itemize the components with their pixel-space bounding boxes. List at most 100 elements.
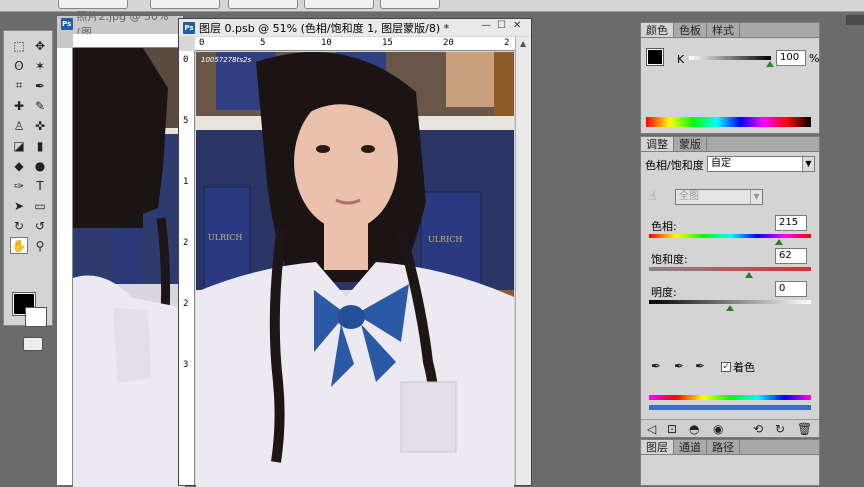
eyedropper-minus-icon[interactable]: ✒ xyxy=(695,359,705,373)
vertical-scrollbar[interactable]: ▲ xyxy=(515,37,531,485)
tab-adjustments[interactable]: 调整 xyxy=(641,137,674,151)
blur-tool-icon[interactable]: ◆ xyxy=(10,157,28,174)
dodge-tool-icon[interactable]: ● xyxy=(31,157,49,174)
photo-image xyxy=(73,48,185,487)
tab-channels[interactable]: 通道 xyxy=(674,440,707,454)
tab-masks[interactable]: 蒙版 xyxy=(674,137,707,151)
tool-grid: ⬚ ✥ ʘ ✶ ⌗ ✒ ✚ ✎ ♙ ✜ ◪ ▮ ◆ ● ✑ T ➤ ▭ ↻ ↺ ✋ ⚲ xyxy=(4,31,52,254)
tab-paths[interactable]: 路径 xyxy=(707,440,740,454)
minimize-icon[interactable]: — xyxy=(481,20,491,31)
color-spectrum-bar[interactable] xyxy=(646,117,811,127)
previous-state-icon[interactable]: ⟲ xyxy=(753,422,763,436)
lasso-tool-icon[interactable]: ʘ xyxy=(10,57,28,74)
eyedropper-tool-icon[interactable]: ✒ xyxy=(31,77,49,94)
clone-stamp-tool-icon[interactable]: ♙ xyxy=(10,117,28,134)
eyedropper-plus-icon[interactable]: ✒ xyxy=(674,359,684,373)
document-tab[interactable]: Ps 照片2.jpg @ 50% (图 xyxy=(57,10,183,39)
color-foreground-swatch[interactable] xyxy=(646,48,664,66)
move-tool-icon[interactable]: ✥ xyxy=(31,37,49,54)
dock-collapse-button[interactable] xyxy=(846,15,864,25)
magic-wand-tool-icon[interactable]: ✶ xyxy=(31,57,49,74)
option-button-4[interactable] xyxy=(304,0,374,9)
tab-color[interactable]: 颜色 xyxy=(641,23,674,37)
tab-layers[interactable]: 图层 xyxy=(641,440,674,454)
eraser-tool-icon[interactable]: ◪ xyxy=(10,137,28,154)
document-window-photo2[interactable]: Ps 照片2.jpg @ 50% (图 xyxy=(56,10,185,487)
ruler-tick-label: 5 xyxy=(260,38,266,48)
pen-tool-icon[interactable]: ✑ xyxy=(10,177,28,194)
healing-brush-tool-icon[interactable]: ✚ xyxy=(10,97,28,114)
saturation-slider-thumb[interactable] xyxy=(745,272,754,278)
clip-layer-icon[interactable]: ◓ xyxy=(689,422,699,436)
gradient-tool-icon[interactable]: ▮ xyxy=(31,137,49,154)
book-spine-text: ULRICH xyxy=(428,235,462,244)
ruler-tick-label: 2 xyxy=(183,238,189,248)
ruler-tick-label: 20 xyxy=(443,38,454,48)
chevron-down-icon[interactable]: ▼ xyxy=(802,157,814,171)
photo-watermark: 10057278ts2s xyxy=(201,56,251,64)
result-color-bar xyxy=(649,405,811,410)
reset-icon[interactable]: ↻ xyxy=(775,422,785,436)
hue-input[interactable]: 215 xyxy=(775,215,807,231)
zoom-tool-icon[interactable]: ⚲ xyxy=(31,237,49,254)
document-canvas[interactable] xyxy=(73,48,185,487)
eyedropper-icon[interactable]: ✒ xyxy=(651,359,661,373)
type-tool-icon[interactable]: T xyxy=(31,177,49,194)
background-color-swatch[interactable] xyxy=(25,307,47,327)
scroll-up-icon[interactable]: ▲ xyxy=(520,39,526,48)
document-tab-active[interactable]: Ps 图层 0.psb @ 51% (色相/饱和度 1, 图层蒙版/8) * —… xyxy=(179,19,531,36)
option-button-5[interactable] xyxy=(380,0,440,9)
tab-swatches[interactable]: 色板 xyxy=(674,23,707,37)
trash-icon[interactable]: 🗑 xyxy=(797,422,812,436)
target-adjust-icon[interactable]: ☝ xyxy=(649,189,656,203)
lightness-slider-thumb[interactable] xyxy=(726,305,734,311)
preset-value: 自定 xyxy=(711,158,731,169)
ruler-tick-label: 5 xyxy=(183,116,189,126)
source-color-bar xyxy=(649,395,811,400)
hue-slider-track[interactable] xyxy=(649,234,811,238)
option-button-3[interactable] xyxy=(228,0,298,9)
tab-styles[interactable]: 样式 xyxy=(707,23,740,37)
shape-tool-icon[interactable]: ▭ xyxy=(31,197,49,214)
adjustments-panel: 调整 蒙版 色相/饱和度 自定 ▼ ☝ 全图 ▼ 色相: 215 饱和度: 62… xyxy=(640,136,820,438)
k-slider-thumb[interactable] xyxy=(766,61,774,67)
ruler-tick-label: 3 xyxy=(183,360,189,370)
lightness-input[interactable]: 0 xyxy=(775,281,807,297)
visibility-eye-icon[interactable]: ◉ xyxy=(713,422,723,436)
back-arrow-icon[interactable]: ◁ xyxy=(647,422,656,436)
document-canvas[interactable]: ULRICH ULRICH 10057278ts2s xyxy=(196,52,514,487)
ruler-tick-label: 0 xyxy=(199,38,205,48)
preset-select[interactable]: 自定 ▼ xyxy=(707,156,815,172)
range-select[interactable]: 全图 ▼ xyxy=(675,189,763,205)
maximize-icon[interactable]: ☐ xyxy=(497,20,506,31)
marquee-tool-icon[interactable]: ⬚ xyxy=(10,37,28,54)
brush-tool-icon[interactable]: ✎ xyxy=(31,97,49,114)
close-icon[interactable]: ✕ xyxy=(513,20,521,31)
chevron-down-icon[interactable]: ▼ xyxy=(750,190,762,204)
lightness-slider-track[interactable] xyxy=(649,300,811,304)
ps-document-icon: Ps xyxy=(183,21,195,34)
expand-view-icon[interactable]: ⊡ xyxy=(667,422,677,436)
document-title: 图层 0.psb @ 51% (色相/饱和度 1, 图层蒙版/8) * xyxy=(199,21,450,35)
range-value: 全图 xyxy=(679,191,699,202)
saturation-slider-track[interactable] xyxy=(649,267,811,271)
k-slider-track[interactable] xyxy=(689,56,771,60)
hand-tool-icon[interactable]: ✋ xyxy=(10,237,28,254)
crop-tool-icon[interactable]: ⌗ xyxy=(10,77,28,94)
photo-image: ULRICH ULRICH 10057278ts2s xyxy=(196,52,514,487)
3d-orbit-tool-icon[interactable]: ↺ xyxy=(31,217,49,234)
path-selection-tool-icon[interactable]: ➤ xyxy=(10,197,28,214)
ruler-tick-label: 2 xyxy=(504,38,510,48)
ruler-tick-label: 1 xyxy=(183,177,189,187)
vertical-ruler xyxy=(57,48,73,485)
saturation-input[interactable]: 62 xyxy=(775,248,807,264)
k-value-input[interactable]: 100 xyxy=(776,50,806,66)
colorize-checkbox[interactable]: ✓ xyxy=(721,362,731,372)
ruler-tick-label: 2 xyxy=(183,299,189,309)
3d-rotate-tool-icon[interactable]: ↻ xyxy=(10,217,28,234)
history-brush-tool-icon[interactable]: ✜ xyxy=(31,117,49,134)
hue-slider-thumb[interactable] xyxy=(774,239,783,245)
quick-mask-button[interactable] xyxy=(23,337,43,351)
book-spine-text: ULRICH xyxy=(208,233,242,242)
document-window-layer0[interactable]: Ps 图层 0.psb @ 51% (色相/饱和度 1, 图层蒙版/8) * —… xyxy=(178,18,532,487)
